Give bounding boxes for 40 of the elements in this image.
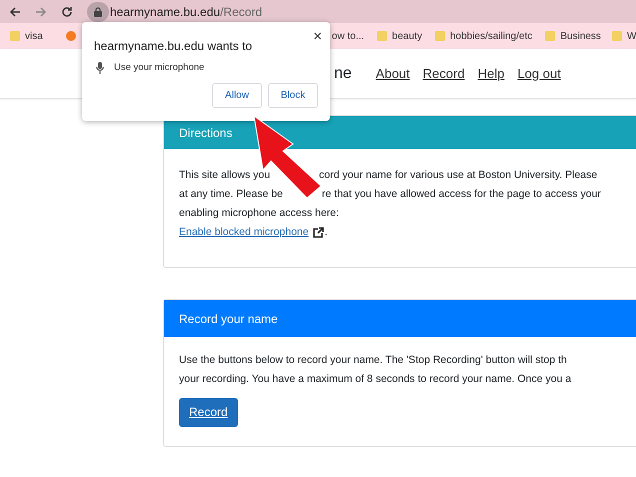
site-title: ne	[334, 64, 352, 84]
url-text[interactable]: hearmyname.bu.edu/Record	[110, 2, 262, 20]
body-text: This site allows you	[179, 168, 270, 183]
body-text: at any time. Please be	[179, 187, 283, 202]
folder-icon	[610, 30, 623, 42]
close-button[interactable]: ×	[313, 28, 322, 44]
permission-button[interactable]: Block	[268, 83, 318, 108]
permission-request: Use your microphone	[114, 61, 204, 75]
lock-icon[interactable]	[87, 2, 109, 22]
period-text: .	[324, 225, 328, 240]
microphone-icon	[96, 62, 104, 74]
back-arrow-icon[interactable]	[9, 6, 21, 18]
nav-link[interactable]: About	[376, 64, 410, 84]
nav-link[interactable]: Log out	[517, 64, 561, 84]
bookmark-label[interactable]: ow to...	[332, 28, 364, 44]
nav-link[interactable]: Record	[422, 64, 465, 84]
folder-icon	[434, 30, 446, 42]
reload-icon[interactable]	[61, 6, 73, 18]
folder-icon	[544, 30, 556, 42]
body-text: cord your name for various use at Boston University. Please	[319, 168, 598, 183]
permission-button[interactable]: Allow	[212, 83, 262, 108]
body-text: your recording. You have a maximum of 8 seconds to record your name. Once you a	[179, 372, 572, 387]
popup-title: hearmyname.bu.edu wants to	[94, 38, 252, 55]
card-title: Directions	[179, 124, 232, 142]
bookmark-label[interactable]: Business	[560, 28, 601, 44]
bookmark-label[interactable]: beauty	[392, 28, 422, 44]
body-text: enabling microphone access here:	[179, 206, 339, 221]
record-button[interactable]: Record	[179, 398, 238, 427]
body-text: re that you have allowed access for the page to access your	[322, 187, 601, 202]
nav-link[interactable]: Help	[478, 64, 504, 84]
bookmark-label[interactable]: visa	[25, 28, 43, 44]
folder-icon	[376, 30, 388, 42]
bookmark-label[interactable]: W	[626, 28, 636, 44]
body-text: Use the buttons below to record your name. The 'Stop Recording' button will stop th	[179, 353, 567, 368]
site-logo-icon	[64, 30, 77, 42]
card-title: Record your name	[179, 310, 278, 328]
folder-icon	[9, 30, 21, 42]
external-link-icon	[312, 227, 324, 238]
enable-microphone-link[interactable]: Enable blocked microphone	[179, 223, 309, 242]
bookmark-label[interactable]: hobbies/sailing/etc	[450, 28, 532, 44]
